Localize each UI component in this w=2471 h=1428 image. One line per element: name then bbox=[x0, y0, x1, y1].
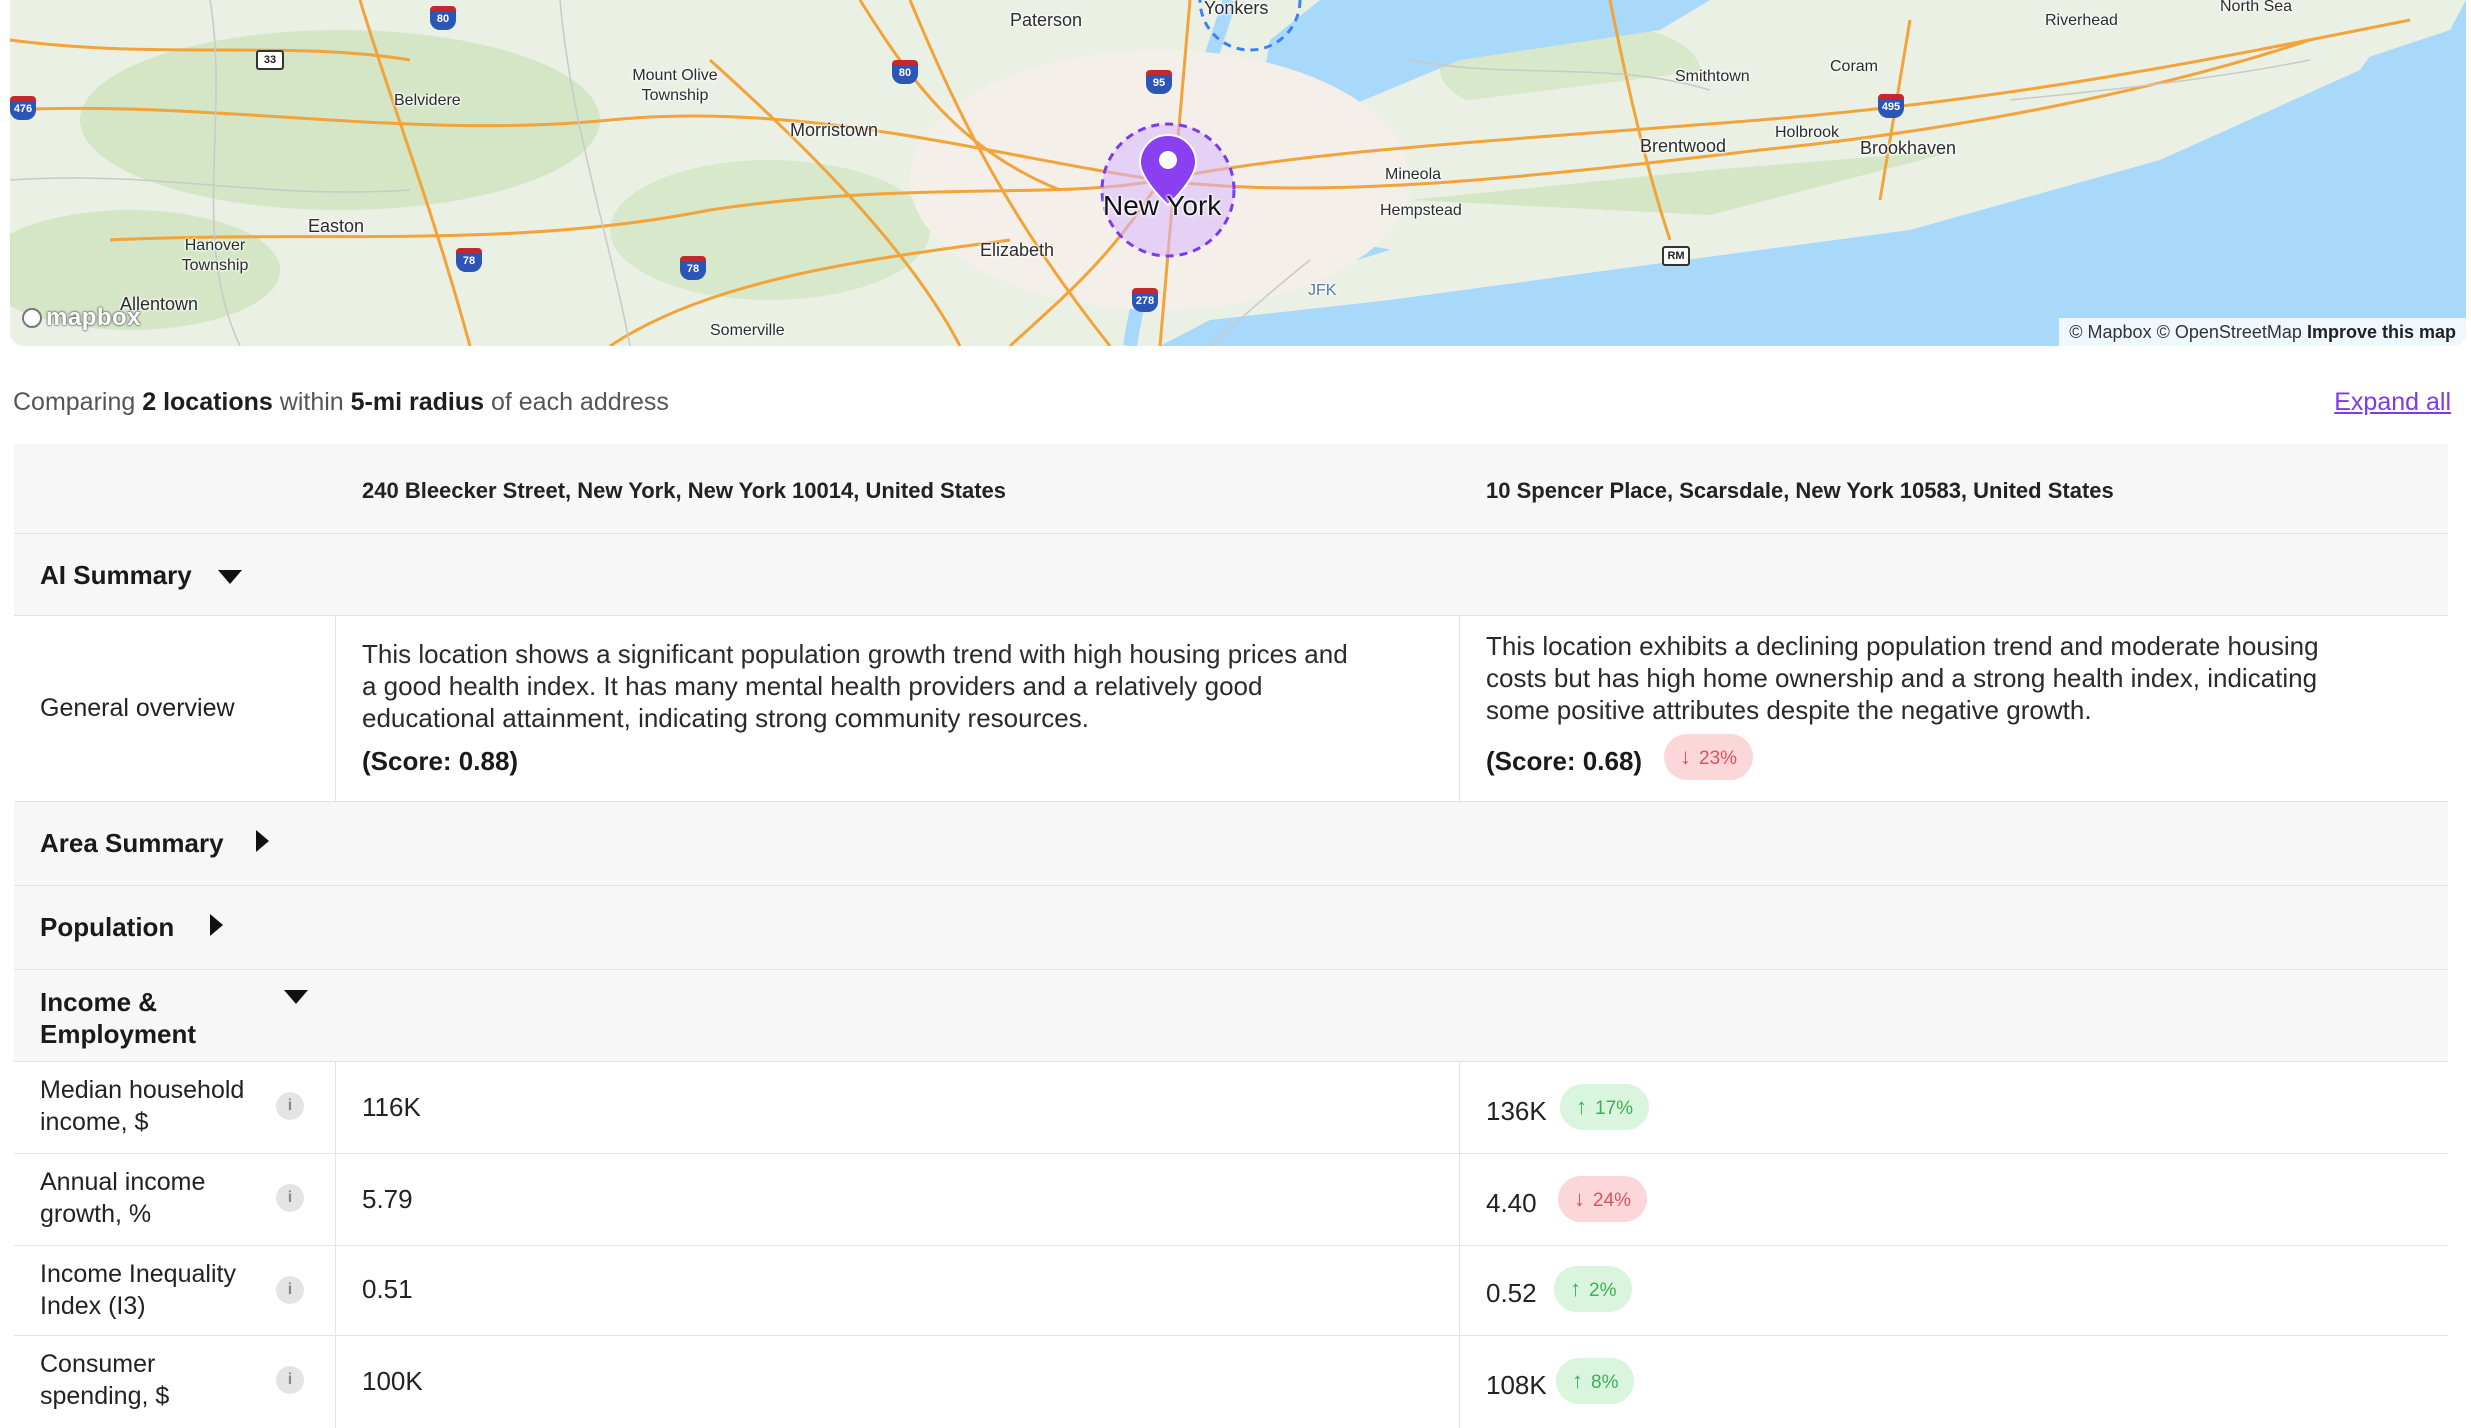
map-place-label: Hempstead bbox=[1380, 202, 1462, 219]
route-shield: RM bbox=[1662, 246, 1690, 266]
location-2-value: 136K bbox=[1486, 1096, 1547, 1126]
location-2-score: (Score: 0.68) bbox=[1486, 746, 1643, 776]
location-1-overview: This location shows a significant popula… bbox=[362, 639, 1348, 733]
caret-down-icon[interactable] bbox=[284, 990, 308, 1004]
comparison-summary: Comparing 2 locations within 5-mi radius… bbox=[13, 388, 669, 416]
location-2-value: 4.40 bbox=[1486, 1188, 1537, 1218]
metric-label: General overview bbox=[40, 694, 235, 722]
location-1-value: 116K bbox=[362, 1092, 421, 1122]
map-place-label: Belvidere bbox=[394, 92, 461, 109]
map-place-label: Mount Olive Township bbox=[632, 67, 718, 104]
comparison-table: 240 Bleecker Street, New York, New York … bbox=[14, 444, 2448, 1428]
section-ai-summary[interactable]: AI Summary bbox=[14, 534, 2448, 616]
arrow-down-icon: ↓ bbox=[1574, 1186, 1585, 1211]
map-place-label: Brentwood bbox=[1640, 136, 1727, 156]
location-2-address: 10 Spencer Place, Scarsdale, New York 10… bbox=[1486, 478, 2114, 503]
location-2-value: 0.52 bbox=[1486, 1278, 1537, 1308]
location-1-value: 5.79 bbox=[362, 1184, 413, 1214]
mapbox-logo[interactable]: mapbox bbox=[22, 304, 141, 332]
location-count: 2 locations bbox=[142, 388, 273, 416]
interstate-shield: 278 bbox=[1132, 288, 1158, 312]
metric-label: Consumer spending, $ bbox=[40, 1350, 170, 1410]
interstate-shield: 80 bbox=[430, 6, 456, 30]
section-title: Population bbox=[40, 912, 175, 942]
arrow-up-icon: ↑ bbox=[1576, 1094, 1587, 1119]
map-place-label: Mineola bbox=[1385, 166, 1442, 183]
general-overview-row: General overview This location shows a s… bbox=[14, 616, 2448, 802]
arrow-up-icon: ↑ bbox=[1572, 1368, 1583, 1393]
location-2-value: 108K bbox=[1486, 1370, 1547, 1400]
map-place-label: Elizabeth bbox=[980, 240, 1055, 260]
map-place-label: Holbrook bbox=[1775, 124, 1840, 141]
metric-label: Income Inequality Index (I3) bbox=[40, 1260, 236, 1320]
caret-right-icon[interactable] bbox=[256, 830, 269, 852]
map-place-label: Easton bbox=[308, 216, 365, 236]
map[interactable]: Paterson Yonkers Riverhead North Sea Mou… bbox=[10, 0, 2466, 346]
metric-row: Annual income growth, % i 5.79 4.40 ↓ 24% bbox=[14, 1154, 2448, 1246]
info-icon[interactable]: i bbox=[276, 1092, 304, 1120]
map-place-label: Smithtown bbox=[1675, 68, 1750, 85]
section-title: Area Summary bbox=[40, 828, 224, 858]
attribution-mapbox-link[interactable]: © Mapbox bbox=[2069, 322, 2151, 342]
metric-label: Annual income growth, % bbox=[40, 1168, 206, 1228]
section-population[interactable]: Population bbox=[14, 886, 2448, 970]
map-attribution: © Mapbox © OpenStreetMap Improve this ma… bbox=[2059, 318, 2466, 346]
map-place-label: Coram bbox=[1830, 58, 1879, 75]
map-place-label: Riverhead bbox=[2045, 12, 2118, 29]
metric-row: Median household income, $ i 116K 136K ↑… bbox=[14, 1062, 2448, 1154]
location-1-score: (Score: 0.88) bbox=[362, 746, 519, 776]
interstate-shield: 78 bbox=[680, 256, 706, 280]
map-place-label: Brookhaven bbox=[1860, 138, 1957, 158]
arrow-down-icon: ↓ bbox=[1680, 744, 1691, 769]
route-shield: 33 bbox=[256, 50, 284, 70]
metric-label: Median household income, $ bbox=[40, 1076, 245, 1136]
info-icon[interactable]: i bbox=[276, 1276, 304, 1304]
section-title: Income & Employment bbox=[40, 987, 197, 1049]
change-badge: ↑ 8% bbox=[1556, 1358, 1635, 1404]
location-1-value: 100K bbox=[362, 1366, 423, 1396]
change-badge: ↑ 2% bbox=[1554, 1266, 1633, 1312]
metric-row: Income Inequality Index (I3) i 0.51 0.52… bbox=[14, 1246, 2448, 1336]
map-city-label: New York bbox=[1103, 190, 1222, 221]
change-badge: ↓ 23% bbox=[1664, 734, 1754, 780]
section-income-employment[interactable]: Income & Employment bbox=[14, 970, 2448, 1062]
radius-value: 5-mi radius bbox=[350, 388, 485, 416]
interstate-shield: 495 bbox=[1878, 94, 1904, 118]
mapbox-logo-icon bbox=[22, 308, 42, 328]
location-2-overview: This location exhibits a declining popul… bbox=[1486, 631, 2319, 725]
address-header-row: 240 Bleecker Street, New York, New York … bbox=[14, 444, 2448, 534]
improve-map-link[interactable]: Improve this map bbox=[2307, 322, 2456, 342]
map-place-label: North Sea bbox=[2220, 0, 2293, 15]
info-icon[interactable]: i bbox=[276, 1366, 304, 1394]
map-canvas bbox=[10, 0, 2466, 346]
section-title: AI Summary bbox=[40, 560, 192, 590]
map-place-label: Paterson bbox=[1010, 10, 1083, 30]
arrow-up-icon: ↑ bbox=[1570, 1276, 1581, 1301]
map-place-label: Somerville bbox=[710, 322, 785, 339]
change-badge: ↑ 17% bbox=[1560, 1084, 1650, 1130]
change-badge: ↓ 24% bbox=[1558, 1176, 1648, 1222]
expand-all-link[interactable]: Expand all bbox=[2334, 388, 2451, 417]
attribution-osm-link[interactable]: © OpenStreetMap bbox=[2157, 322, 2302, 342]
location-1-address: 240 Bleecker Street, New York, New York … bbox=[362, 478, 1007, 503]
caret-right-icon[interactable] bbox=[210, 914, 223, 936]
map-place-label: Yonkers bbox=[1204, 0, 1269, 18]
info-icon[interactable]: i bbox=[276, 1184, 304, 1212]
metric-row: Consumer spending, $ i 100K 108K ↑ 8% bbox=[14, 1336, 2448, 1428]
section-area-summary[interactable]: Area Summary bbox=[14, 802, 2448, 886]
location-1-value: 0.51 bbox=[362, 1274, 413, 1304]
caret-down-icon[interactable] bbox=[218, 570, 242, 584]
interstate-shield: 80 bbox=[892, 60, 918, 84]
interstate-shield: 78 bbox=[456, 248, 482, 272]
interstate-shield: 95 bbox=[1146, 70, 1172, 94]
interstate-shield: 476 bbox=[10, 96, 36, 120]
map-place-label: Hanover Township bbox=[181, 237, 249, 274]
map-place-label: Morristown bbox=[790, 120, 879, 140]
map-place-label: JFK bbox=[1308, 282, 1337, 299]
